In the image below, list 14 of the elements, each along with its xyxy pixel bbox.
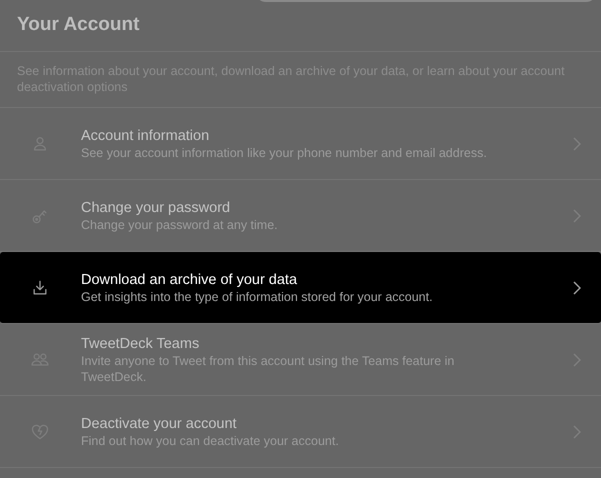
item-title: Deactivate your account [81,414,238,432]
page-title: Your Account [17,13,140,38]
chevron-icon [573,352,581,366]
item-title: Change your password [81,198,232,216]
chevron-icon [573,424,581,438]
item-description: Get insights into the type of information stored for your account. [81,288,434,304]
settings-item[interactable]: Download an archive of your data Get insights into the type of information stored for your account. [0,252,601,324]
chevron-icon [573,136,581,150]
item-title: TweetDeck Teams [81,334,200,352]
chevron-icon [573,280,581,294]
item-title: Download an archive of your data [81,270,298,288]
item-title: Account information [81,126,210,144]
heart-icon [30,422,50,442]
chevron-icon [573,208,581,222]
